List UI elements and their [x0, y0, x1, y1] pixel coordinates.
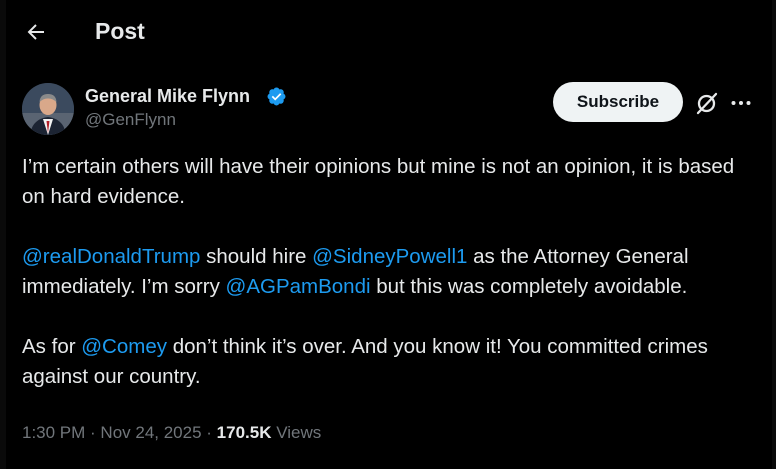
meta-separator: · — [201, 423, 217, 442]
mention-comey[interactable]: @Comey — [81, 335, 167, 358]
views-label: Views — [271, 423, 322, 442]
post-text-span: should hire — [200, 245, 313, 268]
post-detail-view: Post General Mike Flynn @GenFlynn Subscr… — [0, 0, 776, 469]
author-display-name[interactable]: General Mike Flynn — [85, 86, 250, 107]
meta-separator: · — [85, 423, 101, 442]
mention-realdonaldtrump[interactable]: @realDonaldTrump — [22, 245, 200, 268]
avatar-portrait-icon — [22, 83, 74, 135]
avatar[interactable] — [22, 83, 74, 135]
author-handle[interactable]: @GenFlynn — [85, 110, 176, 130]
more-button[interactable] — [728, 90, 754, 116]
arrow-left-icon — [27, 24, 44, 40]
right-edge — [772, 0, 776, 469]
post-date[interactable]: Nov 24, 2025 — [100, 423, 201, 442]
views-count: 170.5K — [216, 423, 272, 442]
mention-sidneypowell1[interactable]: @SidneyPowell1 — [312, 245, 467, 268]
post-text-span: As for — [22, 335, 82, 358]
mention-agpambondi[interactable]: @AGPamBondi — [226, 275, 371, 298]
post-metadata: 1:30 PM · Nov 24, 2025 · 170.5K Views — [22, 423, 321, 443]
back-button[interactable] — [18, 14, 54, 50]
more-horizontal-icon — [731, 101, 751, 105]
page-title: Post — [95, 18, 145, 44]
post-text-span: but this was completely avoidable. — [370, 275, 688, 298]
page-header: Post — [0, 0, 776, 62]
post-paragraph-2: @realDonaldTrump should hire @SidneyPowe… — [22, 242, 762, 302]
post-paragraph-3: As for @Comey don’t think it’s over. And… — [22, 332, 762, 392]
post-text: I’m certain others will have their opini… — [22, 152, 762, 392]
verified-badge-icon — [267, 87, 286, 106]
post-time[interactable]: 1:30 PM — [22, 423, 85, 442]
subscribe-button[interactable]: Subscribe — [553, 82, 683, 122]
grok-button[interactable] — [694, 90, 720, 116]
post-paragraph-1: I’m certain others will have their opini… — [22, 155, 735, 208]
left-edge — [0, 0, 6, 469]
grok-icon — [696, 92, 718, 115]
